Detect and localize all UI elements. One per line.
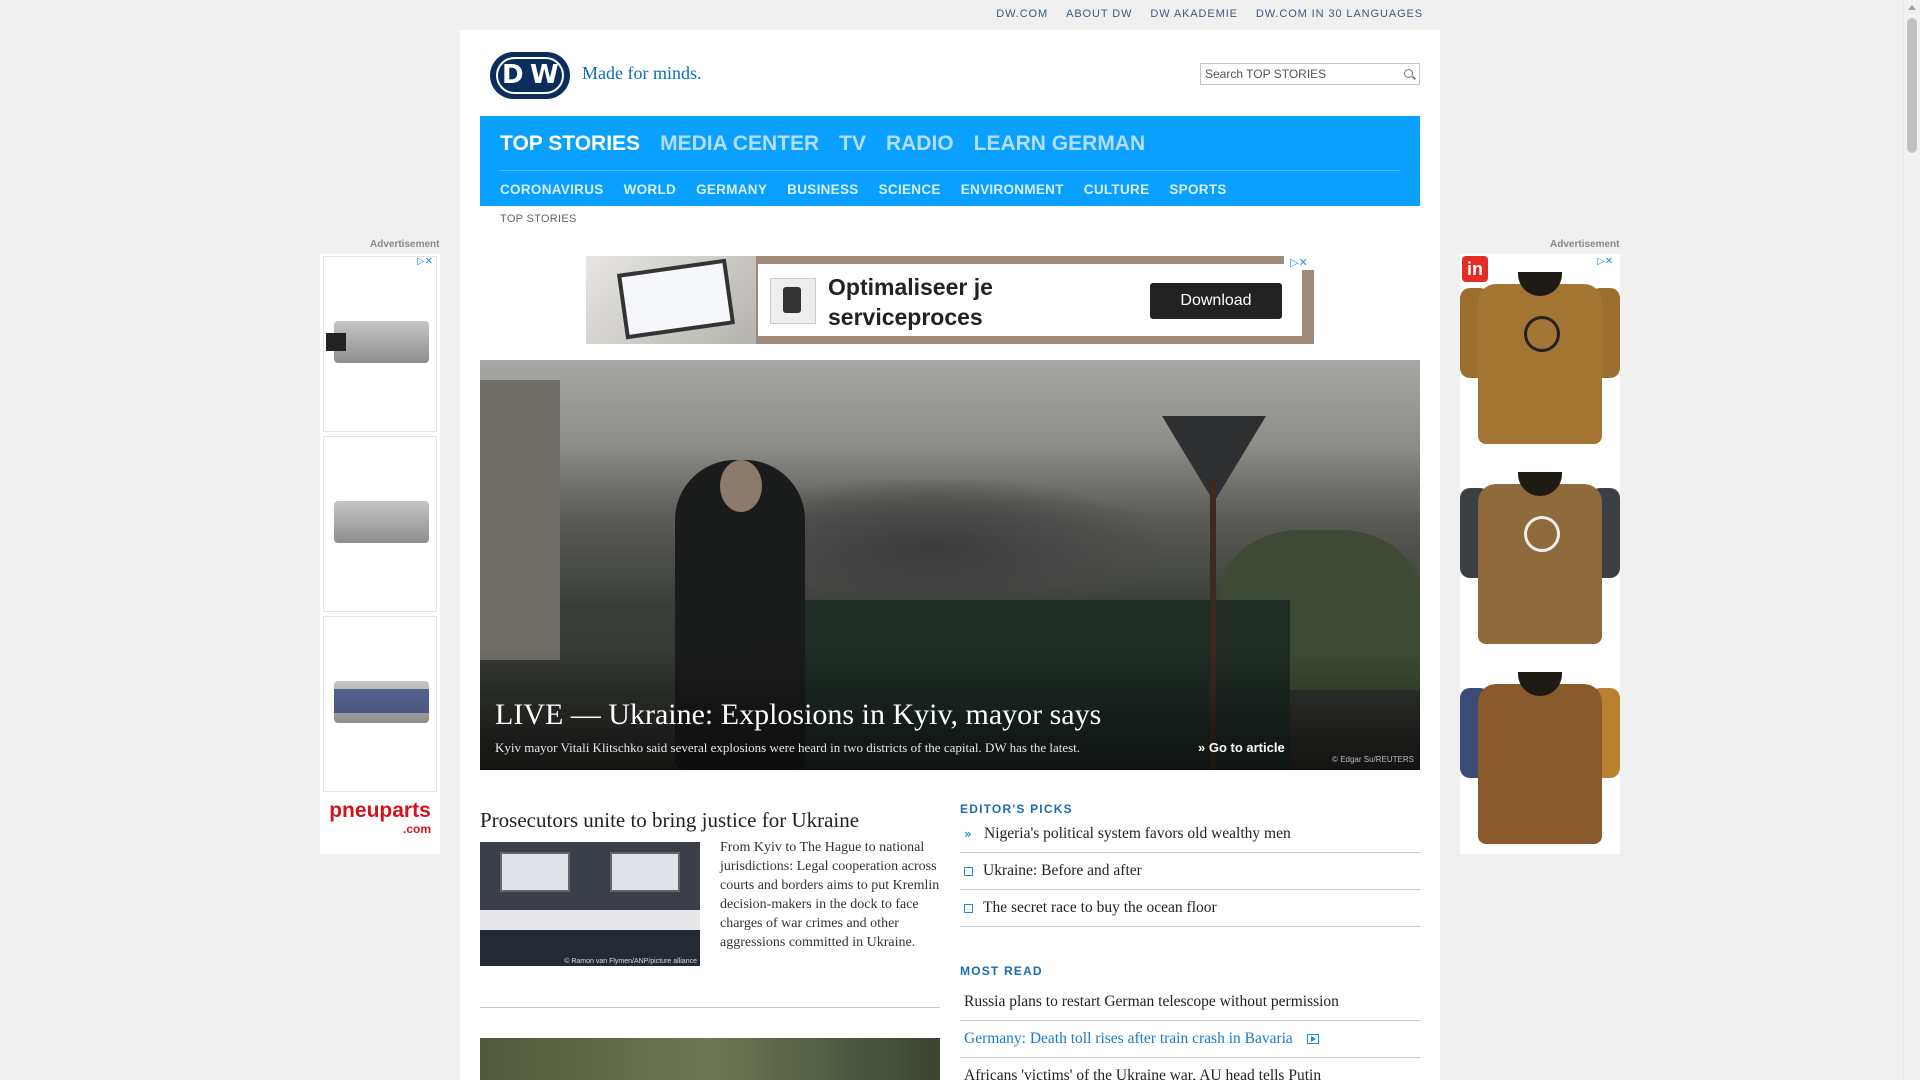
nav-media-center[interactable]: MEDIA CENTER <box>660 132 819 156</box>
editors-picks-heading: EDITOR'S PICKS <box>960 802 1073 816</box>
subnav-coronavirus[interactable]: CORONAVIRUS <box>500 182 604 197</box>
video-icon <box>1306 1034 1319 1044</box>
nav-top-stories[interactable]: TOP STORIES <box>500 132 640 156</box>
hero-image-building <box>480 380 560 660</box>
editors-pick-label: The secret race to buy the ocean floor <box>983 899 1217 916</box>
main-page: D W Made for minds. TOP STORIES MEDIA CE… <box>460 30 1440 1080</box>
nav-radio[interactable]: RADIO <box>886 132 954 156</box>
story-teaser: From Kyiv to The Hague to national juris… <box>720 840 940 950</box>
search-icon[interactable] <box>1404 69 1413 78</box>
editors-picks-list: » Nigeria's political system favors old … <box>960 816 1420 927</box>
ad-product-tile[interactable] <box>323 256 437 432</box>
subnav-culture[interactable]: CULTURE <box>1084 182 1150 197</box>
ad-shirt-image[interactable] <box>1460 654 1620 849</box>
ad-tablet-image <box>586 256 756 344</box>
story-title[interactable]: Prosecutors unite to bring justice for U… <box>480 808 859 833</box>
valve-image <box>326 321 429 363</box>
ad-brand-suffix: .com <box>402 822 431 836</box>
util-link-dw-com[interactable]: DW.COM <box>996 8 1048 20</box>
page-scrollbar[interactable] <box>1903 0 1920 1080</box>
ad-brand-logo[interactable]: pneuparts .com <box>323 799 437 838</box>
ad-brand-name: pneuparts <box>329 799 431 822</box>
utility-nav: DW.COM ABOUT DW DW AKADEMIE DW.COM IN 30… <box>996 8 1423 20</box>
story-thumbnail[interactable] <box>480 1038 940 1080</box>
ad-shirt-image[interactable] <box>1460 254 1620 449</box>
most-read-label: Africans 'victims' of the Ukraine war, A… <box>964 1067 1322 1080</box>
ad-label-right: Advertisement <box>1550 239 1620 250</box>
nav-tv[interactable]: TV <box>839 132 866 156</box>
hero-teaser: Kyiv mayor Vitali Klitschko said several… <box>495 740 1081 755</box>
main-navigation: TOP STORIES MEDIA CENTER TV RADIO LEARN … <box>480 116 1420 206</box>
adchoice-icon[interactable]: ▷✕ <box>1284 256 1314 270</box>
secondary-nav: CORONAVIRUS WORLD GERMANY BUSINESS SCIEN… <box>500 182 1227 197</box>
banner-ad[interactable]: Optimaliseer je serviceproces Download ▷… <box>586 256 1314 344</box>
search-box[interactable] <box>1200 63 1420 85</box>
hero-title[interactable]: LIVE — Ukraine: Explosions in Kyiv, mayo… <box>495 698 1101 732</box>
nav-learn-german[interactable]: LEARN GERMAN <box>974 132 1146 156</box>
ad-card: Optimaliseer je serviceproces Download <box>758 264 1302 336</box>
hero-story[interactable]: LIVE — Ukraine: Explosions in Kyiv, mayo… <box>480 360 1420 770</box>
search-input[interactable] <box>1201 64 1391 84</box>
editors-pick-item[interactable]: » Nigeria's political system favors old … <box>960 816 1420 853</box>
tagline: Made for minds. <box>582 63 702 83</box>
logo-letter-w: W <box>530 60 559 90</box>
most-read-heading: MOST READ <box>960 964 1043 978</box>
most-read-item[interactable]: Africans 'victims' of the Ukraine war, A… <box>960 1058 1420 1080</box>
most-read-label: Germany: Death toll rises after train cr… <box>964 1030 1293 1047</box>
most-read-item[interactable]: Russia plans to restart German telescope… <box>960 984 1420 1021</box>
logo-letter-d: D <box>502 60 524 90</box>
dw-logo[interactable]: D W <box>490 52 570 99</box>
double-chevron-icon: » <box>964 827 972 841</box>
ad-headline: Optimaliseer je serviceproces <box>828 274 993 330</box>
subnav-science[interactable]: SCIENCE <box>879 182 941 197</box>
editors-pick-item[interactable]: Ukraine: Before and after <box>960 853 1420 890</box>
hero-photo-credit: © Edgar Su/REUTERS <box>1332 755 1414 764</box>
nav-divider <box>500 170 1400 171</box>
ad-product-tile[interactable] <box>323 436 437 612</box>
editors-pick-item[interactable]: The secret race to buy the ocean floor <box>960 890 1420 927</box>
ad-shirt-image[interactable] <box>1460 454 1620 649</box>
breadcrumb[interactable]: TOP STORIES <box>500 213 577 225</box>
external-link-icon <box>964 903 973 913</box>
valve-image <box>334 681 429 723</box>
subnav-world[interactable]: WORLD <box>624 182 677 197</box>
subnav-sports[interactable]: SPORTS <box>1169 182 1226 197</box>
ad-product-tile[interactable] <box>323 616 437 792</box>
right-side-ad[interactable]: in ▷✕ <box>1460 254 1620 854</box>
util-link-akademie[interactable]: DW AKADEMIE <box>1150 8 1238 20</box>
scroll-up-arrow-icon[interactable] <box>1908 5 1916 10</box>
ad-download-button[interactable]: Download <box>1150 283 1282 319</box>
valve-image <box>334 501 429 543</box>
left-side-ad[interactable]: ▷✕ pneuparts .com <box>320 254 440 854</box>
subnav-business[interactable]: BUSINESS <box>787 182 858 197</box>
subnav-environment[interactable]: ENVIRONMENT <box>961 182 1064 197</box>
scrollbar-thumb[interactable] <box>1907 18 1917 153</box>
most-read-list: Russia plans to restart German telescope… <box>960 984 1420 1080</box>
editors-pick-label: Ukraine: Before and after <box>983 862 1142 879</box>
ad-label-left: Advertisement <box>370 239 440 250</box>
divider <box>480 1007 940 1008</box>
subnav-germany[interactable]: GERMANY <box>696 182 767 197</box>
most-read-item[interactable]: Germany: Death toll rises after train cr… <box>960 1021 1420 1058</box>
external-link-icon <box>964 866 973 876</box>
ad-app-icon <box>770 278 816 324</box>
util-link-languages[interactable]: DW.COM IN 30 LANGUAGES <box>1256 8 1423 20</box>
go-to-article-link[interactable]: » Go to article <box>1198 740 1285 755</box>
hero-image-head <box>720 460 762 512</box>
thumbnail-credit: © Ramon van Flymen/ANP/picture alliance <box>564 958 697 965</box>
most-read-label: Russia plans to restart German telescope… <box>964 993 1339 1010</box>
primary-nav: TOP STORIES MEDIA CENTER TV RADIO LEARN … <box>500 132 1145 156</box>
editors-pick-label: Nigeria's political system favors old we… <box>984 825 1291 842</box>
story-thumbnail[interactable]: © Ramon van Flymen/ANP/picture alliance <box>480 842 700 966</box>
util-link-about[interactable]: ABOUT DW <box>1066 8 1132 20</box>
